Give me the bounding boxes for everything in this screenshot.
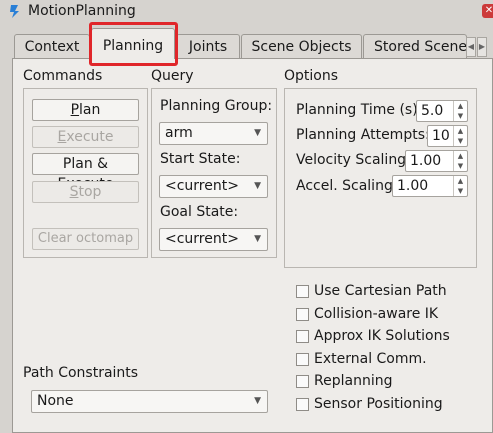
- velocity-scaling-value: 1.00: [410, 153, 442, 169]
- chevron-down-icon: ▼: [254, 234, 261, 244]
- goal-state-select[interactable]: <current> ▼: [159, 228, 268, 251]
- planning-time-value: 5.0: [421, 103, 444, 119]
- spin-up-icon[interactable]: ▲: [453, 176, 467, 186]
- planning-time-spinbox[interactable]: 5.0 ▲ ▼: [416, 100, 468, 122]
- replanning-label: Replanning: [314, 373, 393, 389]
- accel-scaling-label: Accel. Scaling:: [296, 178, 398, 194]
- start-state-value: <current>: [165, 178, 239, 194]
- path-constraints-select[interactable]: None ▼: [31, 390, 268, 413]
- path-constraints-heading: Path Constraints: [23, 365, 139, 381]
- use-cartesian-path-label: Use Cartesian Path: [314, 283, 447, 299]
- planning-group-label: Planning Group:: [160, 98, 273, 114]
- stop-button[interactable]: Stop: [32, 181, 139, 203]
- rviz-app-icon: [10, 5, 19, 18]
- tab-context[interactable]: Context: [14, 34, 90, 58]
- spin-up-icon[interactable]: ▲: [453, 126, 467, 136]
- stop-label-suffix: top: [78, 184, 102, 200]
- start-state-select[interactable]: <current> ▼: [159, 175, 268, 198]
- velocity-scaling-spinbox[interactable]: 1.00 ▲ ▼: [405, 150, 468, 172]
- window-titlebar: MotionPlanning ✕: [0, 0, 493, 24]
- accel-scaling-value: 1.00: [397, 178, 429, 194]
- tab-scroll-right-icon[interactable]: ▶: [477, 37, 487, 57]
- collision-aware-ik-checkbox[interactable]: [296, 308, 309, 321]
- tab-scene-objects[interactable]: Scene Objects: [241, 34, 362, 58]
- spin-down-icon[interactable]: ▼: [453, 111, 467, 121]
- collision-aware-ik-label: Collision-aware IK: [314, 306, 439, 322]
- spin-down-icon[interactable]: ▼: [453, 136, 467, 146]
- use-cartesian-path-checkbox[interactable]: [296, 285, 309, 298]
- planning-time-label: Planning Time (s):: [296, 102, 423, 118]
- tab-joints[interactable]: Joints: [176, 34, 240, 58]
- sensor-positioning-label: Sensor Positioning: [314, 396, 443, 412]
- chevron-down-icon: ▼: [254, 128, 261, 138]
- plan-label-suffix: lan: [79, 102, 101, 118]
- window-title: MotionPlanning: [28, 3, 136, 19]
- execute-label-suffix: xecute: [66, 129, 114, 145]
- sensor-positioning-checkbox[interactable]: [296, 398, 309, 411]
- tab-stored-scenes[interactable]: Stored Scene: [363, 34, 467, 58]
- planning-group-value: arm: [165, 125, 193, 141]
- goal-state-label: Goal State:: [160, 204, 239, 220]
- plan-mnemonic: P: [70, 102, 80, 118]
- commands-heading: Commands: [23, 68, 103, 84]
- spin-down-icon[interactable]: ▼: [453, 186, 467, 196]
- path-constraints-value: None: [37, 393, 74, 409]
- spin-down-icon[interactable]: ▼: [453, 161, 467, 171]
- chevron-down-icon: ▼: [254, 396, 261, 406]
- start-state-label: Start State:: [160, 151, 241, 167]
- planning-attempts-value: 10: [432, 128, 450, 144]
- plan-execute-label-prefix: Plan &: [62, 156, 109, 172]
- plan-button[interactable]: Plan: [32, 99, 139, 121]
- planning-group-select[interactable]: arm ▼: [159, 122, 268, 145]
- query-heading: Query: [151, 68, 194, 84]
- external-comm-label: External Comm.: [314, 351, 427, 367]
- approx-ik-solutions-label: Approx IK Solutions: [314, 328, 450, 344]
- spin-up-icon[interactable]: ▲: [453, 151, 467, 161]
- options-heading: Options: [284, 68, 339, 84]
- goal-state-value: <current>: [165, 231, 239, 247]
- tab-planning[interactable]: Planning: [91, 28, 175, 59]
- planning-attempts-label: Planning Attempts:: [296, 127, 430, 143]
- spin-up-icon[interactable]: ▲: [453, 101, 467, 111]
- close-icon[interactable]: ✕: [482, 4, 493, 18]
- tab-scroll-left-icon[interactable]: ◀: [466, 37, 476, 57]
- planning-attempts-spinbox[interactable]: 10 ▲ ▼: [427, 125, 468, 147]
- velocity-scaling-label: Velocity Scaling:: [296, 152, 411, 168]
- chevron-down-icon: ▼: [254, 181, 261, 191]
- external-comm-checkbox[interactable]: [296, 353, 309, 366]
- plan-and-execute-button[interactable]: Plan & Execute: [32, 153, 139, 192]
- clear-octomap-button[interactable]: Clear octomap: [32, 228, 139, 250]
- replanning-checkbox[interactable]: [296, 375, 309, 388]
- accel-scaling-spinbox[interactable]: 1.00 ▲ ▼: [392, 175, 468, 197]
- execute-button[interactable]: Execute: [32, 126, 139, 148]
- approx-ik-solutions-checkbox[interactable]: [296, 330, 309, 343]
